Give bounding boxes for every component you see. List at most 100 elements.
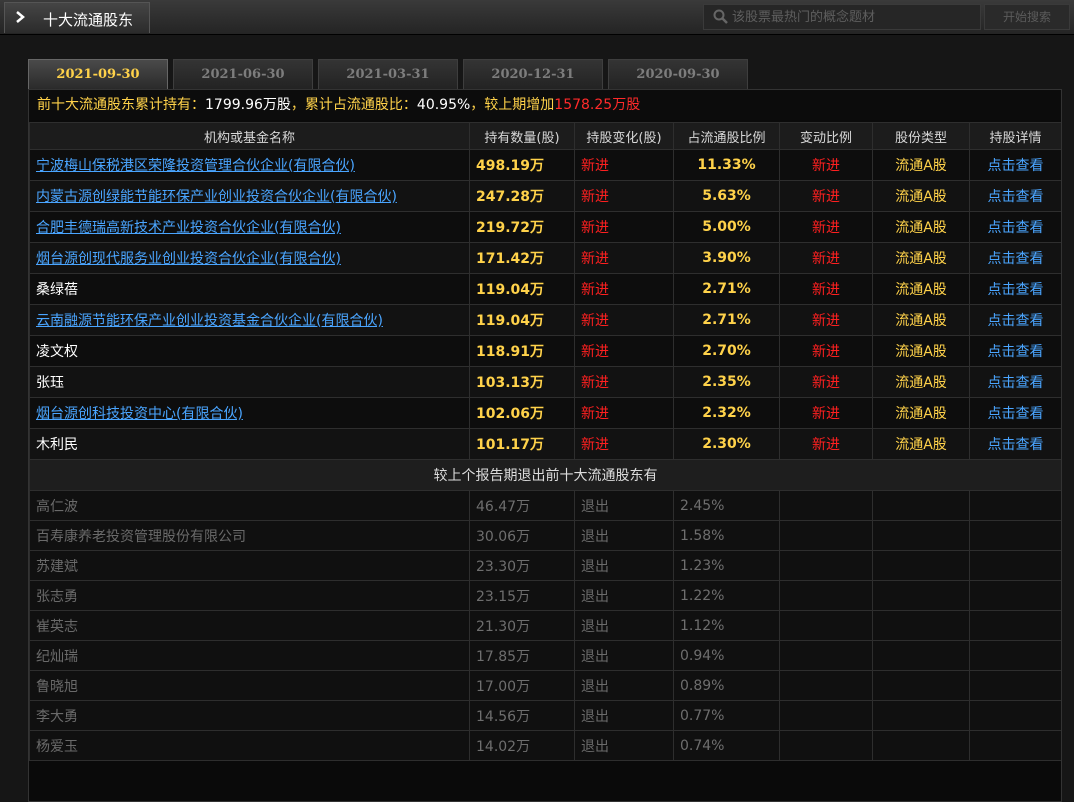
holder-name-cell: 凌文权 [29,335,470,367]
table-row: 云南融源节能环保产业创业投资基金合伙企业(有限合伙) 119.04万 新进 2.71%… [29,304,1061,336]
column-header: 持股变化(股) [574,122,674,150]
tab-2020-12-31[interactable]: 2020-12-31 [463,59,603,89]
empty-cell [969,520,1061,551]
search-input[interactable] [732,7,972,27]
empty-cell [779,520,873,551]
holder-name-link[interactable]: 烟台源创科技投资中心(有限合伙) [36,406,243,422]
table-row: 烟台源创科技投资中心(有限合伙) 102.06万 新进 2.32% 新进 流通A股 点击查看 [29,397,1061,429]
exited-change: 退出 [574,640,674,671]
holding-change: 新进 [574,304,674,336]
start-search-button[interactable]: 开始搜索 [984,4,1070,30]
section-title: 十大流通股东 [43,11,134,29]
empty-cell [872,640,970,671]
float-share-ratio: 3.90% [673,242,780,274]
empty-cell [872,730,970,761]
shareholders-table: 机构或基金名称 持有数量(股) 持股变化(股) 占流通股比例 变动比例 股份类型 持股详情 … [29,122,1061,761]
tab-2020-09-30[interactable]: 2020-09-30 [608,59,748,89]
view-detail-link[interactable]: 点击查看 [969,211,1061,243]
empty-cell [779,730,873,761]
view-detail-link[interactable]: 点击查看 [969,397,1061,429]
float-share-ratio: 2.35% [673,366,780,398]
summary-total: 1799.96万股 [205,97,291,113]
search-icon [712,8,730,26]
exited-change: 退出 [574,550,674,581]
column-header: 变动比例 [779,122,873,150]
exited-quantity: 21.30万 [469,610,575,641]
holding-change: 新进 [574,211,674,243]
table-row: 桑绿蓓 119.04万 新进 2.71% 新进 流通A股 点击查看 [29,273,1061,305]
exited-quantity: 23.30万 [469,550,575,581]
holding-quantity: 119.04万 [469,304,575,336]
empty-cell [779,640,873,671]
empty-cell [872,490,970,521]
holding-quantity: 101.17万 [469,428,575,460]
holding-change: 新进 [574,273,674,305]
empty-cell [969,610,1061,641]
holder-name-link[interactable]: 内蒙古源创绿能节能环保产业创业投资合伙企业(有限合伙) [36,189,397,205]
table-row: 张珏 103.13万 新进 2.35% 新进 流通A股 点击查看 [29,366,1061,398]
view-detail-link[interactable]: 点击查看 [969,149,1061,181]
view-detail-link[interactable]: 点击查看 [969,304,1061,336]
empty-cell [779,700,873,731]
share-type: 流通A股 [872,242,970,274]
table-row: 烟台源创现代服务业创业投资合伙企业(有限合伙) 171.42万 新进 3.90% 新进流… [29,242,1061,274]
float-share-ratio: 2.71% [673,304,780,336]
tab-2021-03-31[interactable]: 2021-03-31 [318,59,458,89]
holder-name-link[interactable]: 合肥丰德瑞高新技术产业投资合伙企业(有限合伙) [36,220,341,236]
holder-name-link[interactable]: 宁波梅山保税港区荣隆投资管理合伙企业(有限合伙) [36,158,355,174]
view-detail-link[interactable]: 点击查看 [969,273,1061,305]
holder-name: 桑绿蓓 [36,282,78,298]
holder-name-link[interactable]: 烟台源创现代服务业创业投资合伙企业(有限合伙) [36,251,341,267]
empty-cell [872,700,970,731]
exited-quantity: 17.85万 [469,640,575,671]
exited-change: 退出 [574,610,674,641]
float-share-ratio: 5.63% [673,180,780,212]
share-type: 流通A股 [872,211,970,243]
holder-name-link[interactable]: 云南融源节能环保产业创业投资基金合伙企业(有限合伙) [36,313,383,329]
column-header: 持有数量(股) [469,122,575,150]
holding-quantity: 219.72万 [469,211,575,243]
section-tab[interactable]: 十大流通股东 [4,2,150,33]
empty-cell [779,550,873,581]
exited-row: 张志勇 23.15万 退出 1.22% [29,580,1061,611]
holding-change: 新进 [574,149,674,181]
concept-search-box[interactable] [703,4,981,30]
exited-row: 李大勇 14.56万 退出 0.77% [29,700,1061,731]
exited-section-title: 较上个报告期退出前十大流通股东有 [29,459,1061,491]
empty-cell [779,610,873,641]
tab-2021-06-30[interactable]: 2021-06-30 [173,59,313,89]
exited-change: 退出 [574,700,674,731]
exited-ratio: 0.77% [673,700,780,731]
chevron-right-icon [15,10,27,24]
float-share-ratio: 2.71% [673,273,780,305]
empty-cell [969,640,1061,671]
exited-change: 退出 [574,580,674,611]
holding-quantity: 118.91万 [469,335,575,367]
exited-holder-name: 李大勇 [29,700,470,731]
empty-cell [779,580,873,611]
view-detail-link[interactable]: 点击查看 [969,366,1061,398]
exited-ratio: 1.58% [673,520,780,551]
exited-quantity: 30.06万 [469,520,575,551]
exited-ratio: 1.23% [673,550,780,581]
exited-quantity: 17.00万 [469,670,575,701]
view-detail-link[interactable]: 点击查看 [969,180,1061,212]
view-detail-link[interactable]: 点击查看 [969,335,1061,367]
summary-ratio: 40.95% [416,97,471,113]
exited-holder-name: 苏建斌 [29,550,470,581]
holder-name-cell: 合肥丰德瑞高新技术产业投资合伙企业(有限合伙) [29,211,470,243]
view-detail-link[interactable]: 点击查看 [969,242,1061,274]
exited-section-row: 较上个报告期退出前十大流通股东有 [29,459,1061,491]
tab-2021-09-30[interactable]: 2021-09-30 [28,59,168,89]
change-ratio: 新进 [779,304,873,336]
holder-name-cell: 烟台源创科技投资中心(有限合伙) [29,397,470,429]
view-detail-link[interactable]: 点击查看 [969,428,1061,460]
exited-holder-name: 纪灿瑞 [29,640,470,671]
holder-name-cell: 宁波梅山保税港区荣隆投资管理合伙企业(有限合伙) [29,149,470,181]
share-type: 流通A股 [872,304,970,336]
holder-name: 凌文权 [36,344,78,360]
exited-quantity: 14.02万 [469,730,575,761]
change-ratio: 新进 [779,211,873,243]
empty-cell [872,670,970,701]
exited-quantity: 46.47万 [469,490,575,521]
